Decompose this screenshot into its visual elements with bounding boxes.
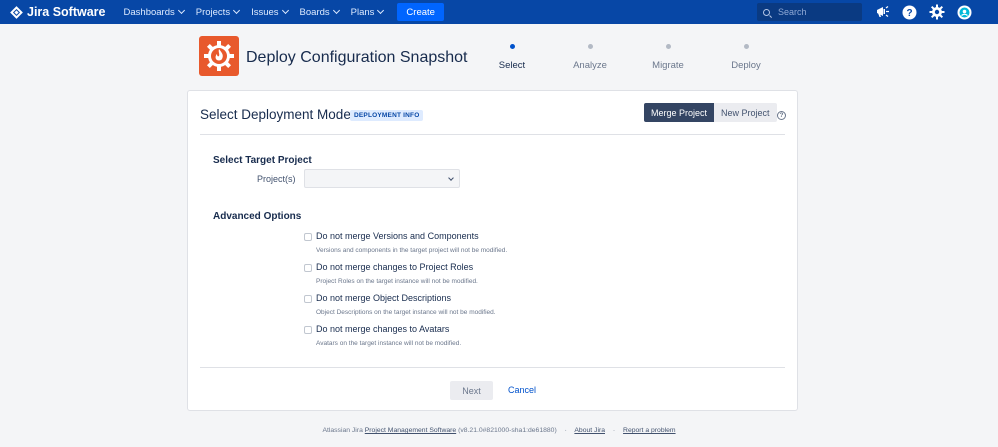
step-label: Migrate: [652, 60, 684, 71]
notifications-megaphone-icon[interactable]: [874, 4, 890, 20]
option-label: Do not merge Versions and Components: [316, 231, 479, 241]
footer-prefix: Atlassian Jira: [322, 427, 363, 434]
page-title: Deploy Configuration Snapshot: [246, 49, 468, 66]
chevron-down-icon: [377, 6, 385, 14]
nav-item-projects[interactable]: Projects: [195, 6, 241, 18]
step-label: Analyze: [573, 60, 607, 71]
nav-item-plans[interactable]: Plans: [350, 6, 385, 18]
chevron-down-icon: [177, 6, 185, 14]
step-deploy: Deploy: [706, 44, 786, 71]
help-icon[interactable]: ?: [901, 4, 917, 20]
chevron-down-icon: [332, 6, 340, 14]
about-jira-link[interactable]: About Jira: [574, 427, 605, 434]
object-descriptions-checkbox[interactable]: [304, 295, 312, 303]
footer-divider: [200, 367, 785, 368]
step-label: Deploy: [731, 60, 761, 71]
option-description: Project Roles on the target instance wil…: [316, 278, 478, 285]
nav-item-label: Projects: [195, 6, 231, 18]
new-project-button[interactable]: New Project: [714, 103, 777, 122]
chevron-down-icon: [281, 6, 289, 14]
advanced-options-heading: Advanced Options: [213, 211, 302, 222]
deployment-card: Select Deployment Mode DEPLOYMENT INFO M…: [187, 90, 798, 411]
select-target-project-heading: Select Target Project: [213, 155, 312, 166]
mode-toggle-group: Merge Project New Project: [644, 103, 777, 122]
user-avatar-icon[interactable]: [956, 4, 972, 20]
app-logo-icon: [199, 36, 239, 76]
next-button[interactable]: Next: [450, 381, 493, 400]
help-circle-icon[interactable]: ?: [777, 111, 786, 120]
header-divider: [200, 134, 785, 135]
search-box[interactable]: [757, 3, 862, 21]
option-label: Do not merge changes to Project Roles: [316, 262, 474, 272]
report-problem-link[interactable]: Report a problem: [623, 427, 676, 434]
jira-diamond-icon: [10, 5, 23, 19]
logo-text: Jira Software: [27, 5, 106, 19]
nav-menu: Dashboards Projects Issues Boards Plans: [123, 6, 396, 18]
versions-components-checkbox[interactable]: [304, 233, 312, 241]
page-footer: Atlassian Jira Project Management Softwa…: [0, 427, 998, 434]
card-title: Select Deployment Mode: [200, 107, 351, 122]
option-description: Versions and components in the target pr…: [316, 247, 508, 254]
nav-item-label: Plans: [350, 6, 375, 18]
jira-logo[interactable]: Jira Software: [10, 5, 106, 19]
search-icon: [763, 8, 770, 16]
step-dot: [587, 44, 593, 49]
option-label: Do not merge Object Descriptions: [316, 293, 452, 303]
nav-item-label: Issues: [251, 6, 279, 18]
step-label: Select: [498, 60, 526, 71]
chevron-down-icon: [233, 6, 241, 14]
project-management-software-link[interactable]: Project Management Software: [365, 427, 456, 434]
nav-item-issues[interactable]: Issues: [251, 6, 289, 18]
deployment-info-badge[interactable]: DEPLOYMENT INFO: [350, 110, 424, 121]
step-dot: [743, 44, 749, 49]
nav-item-label: Boards: [299, 6, 330, 18]
option-label: Do not merge changes to Avatars: [316, 324, 450, 334]
step-dot: [665, 44, 671, 49]
footer-separator: ·: [564, 427, 567, 434]
cancel-link[interactable]: Cancel: [508, 385, 536, 395]
projects-label: Project(s): [257, 174, 296, 184]
project-roles-checkbox[interactable]: [304, 264, 312, 272]
chevron-down-icon: [448, 175, 454, 181]
create-button[interactable]: Create: [397, 3, 444, 21]
step-analyze: Analyze: [550, 44, 630, 71]
nav-item-label: Dashboards: [123, 6, 175, 18]
step-select: Select: [472, 44, 552, 71]
merge-project-button[interactable]: Merge Project: [644, 103, 715, 122]
top-navigation-bar: Jira Software Dashboards Projects Issues…: [0, 0, 998, 24]
projects-select[interactable]: [304, 169, 460, 188]
option-description: Avatars on the target instance will not …: [316, 340, 462, 347]
footer-version: (v8.21.0#821000-sha1:de61880): [458, 427, 557, 434]
settings-gear-icon[interactable]: [929, 4, 945, 20]
step-migrate: Migrate: [628, 44, 708, 71]
footer-separator: ·: [612, 427, 616, 434]
option-description: Object Descriptions on the target instan…: [316, 309, 496, 316]
search-input[interactable]: [778, 7, 848, 17]
svg-text:?: ?: [906, 8, 912, 19]
nav-item-boards[interactable]: Boards: [299, 6, 340, 18]
nav-item-dashboards[interactable]: Dashboards: [123, 6, 185, 18]
avatars-checkbox[interactable]: [304, 326, 312, 334]
step-dot: [509, 44, 515, 49]
